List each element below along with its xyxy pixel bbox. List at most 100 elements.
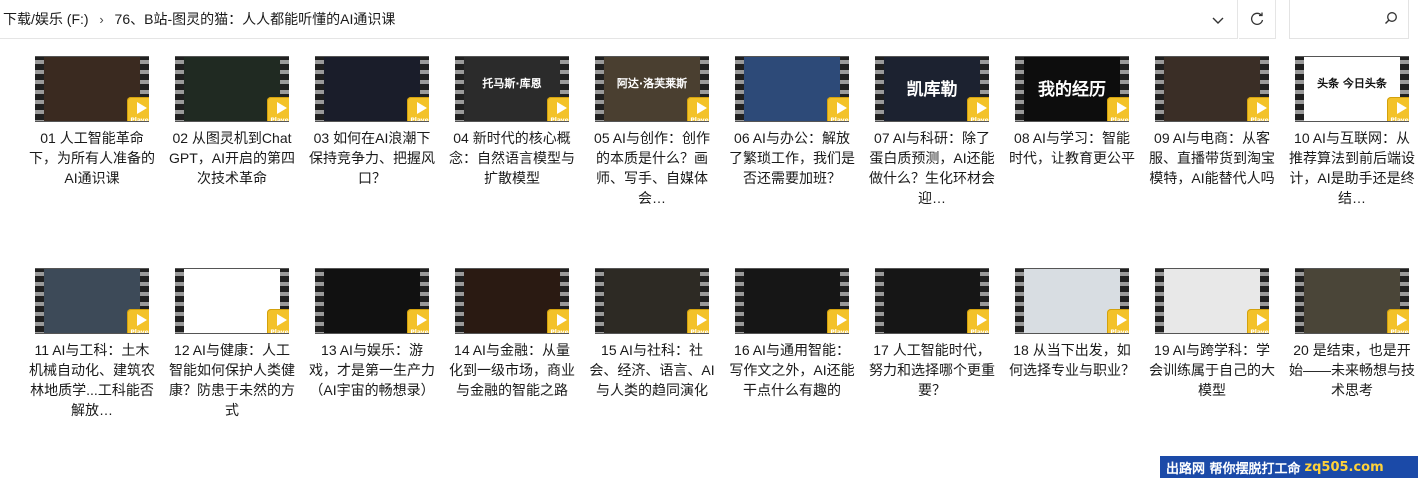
video-thumbnail: Player bbox=[1155, 268, 1269, 334]
video-thumbnail: Player bbox=[35, 56, 149, 122]
thumbnail-frame: 凯库勒 bbox=[884, 57, 980, 121]
file-name-label: 04 新时代的核心概念：自然语言模型与扩散模型 bbox=[449, 130, 575, 186]
video-file-item[interactable]: Player 09 AI与电商：从客服、直播带货到淘宝模特，AI能替代人吗 bbox=[1144, 56, 1280, 188]
thumbnail-caption: 凯库勒 bbox=[906, 80, 958, 100]
video-thumbnail: 我的经历 Player bbox=[1015, 56, 1129, 122]
player-badge-text: Player bbox=[970, 117, 989, 122]
video-file-item[interactable]: Player 14 AI与金融：从量化到一级市场，商业与金融的智能之路 bbox=[444, 268, 580, 400]
video-file-item[interactable]: 阿达·洛芙莱斯 Player 05 AI与创作：创作的本质是什么？画师、写手、自媒体… bbox=[584, 56, 720, 208]
film-strip bbox=[1015, 57, 1024, 121]
film-strip bbox=[595, 57, 604, 121]
breadcrumb-folder[interactable]: 76、B站-图灵的猫：人人都能听懂的AI通识课 bbox=[113, 9, 398, 29]
player-app-icon: Player bbox=[827, 309, 849, 333]
player-badge-text: Player bbox=[970, 329, 989, 334]
video-file-item[interactable]: Player 01 人工智能革命下，为所有人准备的AI通识课 bbox=[24, 56, 160, 188]
player-badge-text: Player bbox=[550, 329, 569, 334]
video-file-item[interactable]: Player 20 是结束，也是开始——未来畅想与技术思考 bbox=[1284, 268, 1420, 400]
film-strip bbox=[735, 57, 744, 121]
player-app-icon: Player bbox=[267, 97, 289, 121]
video-file-item[interactable]: 我的经历 Player 08 AI与学习：智能时代，让教育更公平 bbox=[1004, 56, 1140, 168]
player-badge-text: Player bbox=[410, 117, 429, 122]
player-badge-text: Player bbox=[1250, 117, 1269, 122]
player-app-icon: Player bbox=[967, 97, 989, 122]
file-name-label: 09 AI与电商：从客服、直播带货到淘宝模特，AI能替代人吗 bbox=[1149, 130, 1275, 186]
video-file-item[interactable]: Player 03 如何在AI浪潮下保持竞争力、把握风口？ bbox=[304, 56, 440, 188]
file-name-label: 05 AI与创作：创作的本质是什么？画师、写手、自媒体会… bbox=[594, 130, 710, 206]
video-thumbnail: Player bbox=[595, 268, 709, 334]
video-file-item[interactable]: Player 18 从当下出发，如何选择专业与职业？ bbox=[1004, 268, 1140, 380]
video-thumbnail: Player bbox=[1155, 56, 1269, 122]
thumbnail-frame: 头条 今日头条 bbox=[1304, 57, 1400, 121]
file-name-label: 02 从图灵机到ChatGPT，AI开启的第四次技术革命 bbox=[168, 130, 295, 186]
video-file-item[interactable]: Player 19 AI与跨学科：学会训练属于自己的大模型 bbox=[1144, 268, 1280, 400]
refresh-button[interactable] bbox=[1239, 0, 1276, 39]
watermark-domain: zq505.com bbox=[1304, 459, 1384, 475]
search-input[interactable] bbox=[1296, 4, 1390, 36]
thumbnail-frame bbox=[744, 269, 840, 333]
watermark: 出路网 帮你摆脱打工命 zq505.com bbox=[1160, 456, 1418, 478]
film-strip bbox=[315, 57, 324, 121]
thumbnail-frame bbox=[744, 57, 840, 121]
file-name-label: 01 人工智能革命下，为所有人准备的AI通识课 bbox=[29, 130, 155, 186]
address-bar[interactable]: 下载/娱乐 (F:) › 76、B站-图灵的猫：人人都能听懂的AI通识课 bbox=[0, 0, 1238, 39]
film-strip bbox=[595, 269, 604, 333]
video-file-item[interactable]: Player 17 人工智能时代，努力和选择哪个更重要？ bbox=[864, 268, 1000, 400]
breadcrumb-chevron-icon[interactable]: › bbox=[91, 12, 113, 27]
video-file-item[interactable]: Player 11 AI与工科：土木机械自动化、建筑农林地质学...工科能否解放… bbox=[24, 268, 160, 420]
address-history-dropdown[interactable] bbox=[1208, 10, 1228, 30]
file-name-label: 08 AI与学习：智能时代，让教育更公平 bbox=[1009, 130, 1135, 166]
thumbnail-frame bbox=[44, 57, 140, 121]
video-file-item[interactable]: 凯库勒 Player 07 AI与科研：除了蛋白质预测，AI还能做什么？生化环材会迎… bbox=[864, 56, 1000, 208]
video-thumbnail: Player bbox=[735, 56, 849, 122]
player-app-icon: Player bbox=[827, 97, 849, 122]
video-file-item[interactable]: 托马斯·库恩 Player 04 新时代的核心概念：自然语言模型与扩散模型 bbox=[444, 56, 580, 188]
player-badge-text: Player bbox=[830, 117, 849, 122]
player-app-icon: Player bbox=[1387, 309, 1409, 334]
film-strip bbox=[175, 57, 184, 121]
player-badge-text: Player bbox=[690, 117, 709, 122]
player-badge-text: Player bbox=[1390, 117, 1409, 122]
player-app-icon: Player bbox=[1247, 97, 1269, 122]
player-app-icon: Player bbox=[687, 309, 709, 334]
player-app-icon: Player bbox=[127, 97, 149, 121]
video-file-item[interactable]: Player 13 AI与娱乐：游戏，才是第一生产力（AI宇宙的畅想录） bbox=[304, 268, 440, 400]
thumbnail-frame bbox=[1304, 269, 1400, 333]
thumbnail-caption: 我的经历 bbox=[1038, 80, 1106, 100]
film-strip bbox=[315, 269, 324, 333]
player-badge-text: Player bbox=[1110, 329, 1129, 334]
search-box[interactable] bbox=[1289, 0, 1409, 39]
video-thumbnail: Player bbox=[315, 56, 429, 122]
video-thumbnail: Player bbox=[875, 268, 989, 334]
film-strip bbox=[175, 269, 184, 333]
file-name-label: 07 AI与科研：除了蛋白质预测，AI还能做什么？生化环材会迎… bbox=[869, 130, 995, 206]
player-badge-text: Player bbox=[130, 329, 149, 334]
film-strip bbox=[455, 269, 464, 333]
film-strip bbox=[455, 57, 464, 121]
video-file-item[interactable]: Player 12 AI与健康：人工智能如何保护人类健康？防患于未然的方式 bbox=[164, 268, 300, 420]
video-thumbnail: 头条 今日头条 Player bbox=[1295, 56, 1409, 122]
thumbnail-caption: 头条 今日头条 bbox=[1317, 77, 1387, 90]
player-badge-text: Player bbox=[1250, 329, 1269, 334]
player-app-icon: Player bbox=[1107, 97, 1129, 121]
player-badge-text: Player bbox=[1390, 329, 1409, 334]
player-app-icon: Player bbox=[267, 309, 289, 333]
thumbnail-caption: 阿达·洛芙莱斯 bbox=[616, 77, 688, 90]
video-file-item[interactable]: 头条 今日头条 Player 10 AI与互联网：从推荐算法到前后端设计，AI是助手… bbox=[1284, 56, 1420, 208]
video-file-item[interactable]: Player 02 从图灵机到ChatGPT，AI开启的第四次技术革命 bbox=[164, 56, 300, 188]
video-file-item[interactable]: Player 15 AI与社科：社会、经济、语言、AI与人类的趋同演化 bbox=[584, 268, 720, 400]
file-name-label: 14 AI与金融：从量化到一级市场，商业与金融的智能之路 bbox=[449, 342, 575, 398]
film-strip bbox=[35, 269, 44, 333]
video-file-item[interactable]: Player 16 AI与通用智能：写作文之外，AI还能干点什么有趣的 bbox=[724, 268, 860, 400]
player-app-icon: Player bbox=[1107, 309, 1129, 334]
player-badge-text: Player bbox=[690, 329, 709, 334]
thumbnail-frame bbox=[184, 269, 280, 333]
breadcrumb-drive[interactable]: 下载/娱乐 (F:) bbox=[0, 9, 91, 29]
video-thumbnail: 阿达·洛芙莱斯 Player bbox=[595, 56, 709, 122]
address-bar-area: 下载/娱乐 (F:) › 76、B站-图灵的猫：人人都能听懂的AI通识课 bbox=[0, 0, 1423, 40]
video-file-item[interactable]: Player 06 AI与办公：解放了繁琐工作，我们是否还需要加班？ bbox=[724, 56, 860, 188]
thumbnail-frame: 托马斯·库恩 bbox=[464, 57, 560, 121]
file-name-label: 06 AI与办公：解放了繁琐工作，我们是否还需要加班？ bbox=[729, 130, 855, 186]
video-thumbnail: Player bbox=[455, 268, 569, 334]
video-thumbnail: Player bbox=[175, 56, 289, 122]
video-thumbnail: Player bbox=[1015, 268, 1129, 334]
